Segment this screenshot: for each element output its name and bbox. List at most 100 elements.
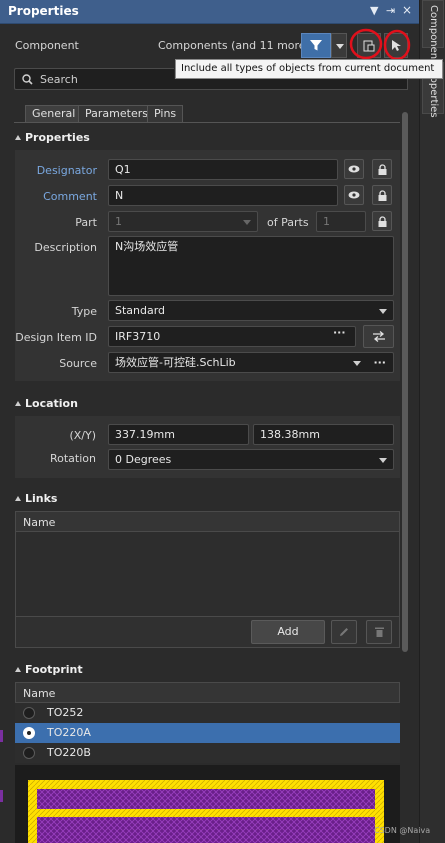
part-lock-button[interactable] xyxy=(372,211,392,231)
footprint-row-to220b[interactable]: TO220B xyxy=(15,743,400,763)
designator-field[interactable]: Q1 xyxy=(108,159,338,180)
of-parts-label: of Parts xyxy=(267,216,309,229)
swap-arrows-icon xyxy=(372,331,385,342)
swap-button[interactable] xyxy=(363,325,394,348)
rotation-value: 0 Degrees xyxy=(115,453,172,466)
search-input[interactable]: Search xyxy=(14,68,174,90)
comment-field[interactable]: N xyxy=(108,185,338,206)
scrollbar-thumb[interactable] xyxy=(402,112,408,652)
links-table-body xyxy=(15,532,400,617)
tooltip: Include all types of objects from curren… xyxy=(175,59,443,79)
tab-pins[interactable]: Pins xyxy=(147,105,184,123)
filter-button[interactable] xyxy=(301,33,331,58)
radio-button[interactable] xyxy=(23,707,35,719)
canvas-edge-mark xyxy=(0,730,3,742)
eye-icon xyxy=(348,191,360,199)
type-dropdown[interactable]: Standard xyxy=(108,300,394,321)
more-options-icon[interactable]: ··· xyxy=(373,353,386,373)
footprint-section-header[interactable]: Footprint xyxy=(15,663,83,676)
tab-general[interactable]: General xyxy=(25,105,83,123)
scrollbar-track[interactable] xyxy=(400,108,410,843)
filter-icon xyxy=(310,40,322,51)
radio-button[interactable] xyxy=(23,747,35,759)
canvas-edge-mark xyxy=(0,790,3,802)
lock-icon xyxy=(378,163,386,175)
footprint-preview xyxy=(15,765,400,843)
footprint-heading: Footprint xyxy=(25,663,83,676)
type-value: Standard xyxy=(115,304,166,317)
footprint-row-to220a[interactable]: TO220A xyxy=(15,723,400,743)
links-table-header: Name xyxy=(15,511,400,532)
radio-button-selected[interactable] xyxy=(23,727,35,739)
location-section-header[interactable]: Location xyxy=(15,397,78,410)
comment-lock-button[interactable] xyxy=(372,185,392,205)
search-placeholder: Search xyxy=(40,73,78,86)
designator-label[interactable]: Designator xyxy=(20,164,97,177)
collapse-triangle-icon xyxy=(15,135,21,140)
component-label: Component xyxy=(15,39,79,52)
designator-visibility-button[interactable] xyxy=(344,159,364,179)
lock-icon xyxy=(378,215,386,227)
source-value: 场效应管-可控硅.SchLib xyxy=(115,356,236,369)
trash-icon xyxy=(374,627,384,637)
footprint-table-header: Name xyxy=(15,682,400,703)
chevron-down-icon xyxy=(243,220,251,225)
type-label: Type xyxy=(71,305,97,318)
designator-lock-button[interactable] xyxy=(372,159,392,179)
part-dropdown[interactable]: 1 xyxy=(108,211,258,232)
description-field[interactable]: N沟场效应管 xyxy=(108,236,394,296)
pin-icon[interactable]: ⇥ xyxy=(386,4,395,17)
description-label: Description xyxy=(34,241,97,254)
footprint-name: TO252 xyxy=(47,706,84,719)
pencil-icon xyxy=(340,628,348,636)
links-name-column: Name xyxy=(23,516,56,529)
lock-icon xyxy=(378,189,386,201)
rotation-dropdown[interactable]: 0 Degrees xyxy=(108,449,394,470)
more-options-icon[interactable]: ··· xyxy=(333,326,346,339)
y-field[interactable]: 138.38mm xyxy=(253,424,394,445)
watermark: CSDN @Naiva xyxy=(374,826,431,835)
design-item-id-field[interactable]: IRF3710 xyxy=(108,326,356,347)
chevron-down-icon xyxy=(379,458,387,463)
xy-label: (X/Y) xyxy=(69,429,96,442)
rotation-label: Rotation xyxy=(49,452,96,465)
location-heading: Location xyxy=(25,397,78,410)
chevron-down-icon xyxy=(353,361,361,366)
part-label: Part xyxy=(75,216,97,229)
side-panel-tabs: Components Properties xyxy=(419,0,445,843)
panel-title-bar: Properties ▼ ⇥ × xyxy=(0,0,419,24)
tab-parameters[interactable]: Parameters xyxy=(78,105,155,123)
properties-section-header[interactable]: Properties xyxy=(15,131,90,144)
filter-dropdown-button[interactable] xyxy=(331,33,347,58)
filter-summary: Components (and 11 more) xyxy=(158,39,310,52)
panel-title: Properties xyxy=(8,4,79,18)
search-icon xyxy=(22,74,33,85)
delete-link-button[interactable] xyxy=(366,620,392,644)
part-value: 1 xyxy=(115,215,122,228)
links-heading: Links xyxy=(25,492,58,505)
collapse-triangle-icon xyxy=(15,496,21,501)
collapse-triangle-icon xyxy=(15,667,21,672)
chevron-down-icon xyxy=(379,309,387,314)
properties-heading: Properties xyxy=(25,131,90,144)
edit-link-button[interactable] xyxy=(331,620,357,644)
source-dropdown[interactable]: 场效应管-可控硅.SchLib ··· xyxy=(108,352,394,373)
comment-label[interactable]: Comment xyxy=(20,190,97,203)
design-item-id-label: Design Item ID xyxy=(15,331,97,344)
search-input-tail xyxy=(174,79,408,90)
source-label: Source xyxy=(59,357,97,370)
comment-visibility-button[interactable] xyxy=(344,185,364,205)
tab-components[interactable]: Components xyxy=(422,0,444,68)
links-section-header[interactable]: Links xyxy=(15,492,57,505)
add-link-button[interactable]: Add xyxy=(251,620,325,644)
footprint-name-column: Name xyxy=(23,687,56,700)
eye-icon xyxy=(348,165,360,173)
x-field[interactable]: 337.19mm xyxy=(108,424,249,445)
collapse-triangle-icon xyxy=(15,401,21,406)
footprint-row-to252[interactable]: TO252 xyxy=(15,703,400,723)
footprint-name: TO220B xyxy=(47,746,91,759)
footprint-preview-graphic xyxy=(28,780,384,843)
footprint-name: TO220A xyxy=(47,726,91,739)
panel-menu-icon[interactable]: ▼ xyxy=(370,4,378,17)
close-icon[interactable]: × xyxy=(402,3,412,17)
